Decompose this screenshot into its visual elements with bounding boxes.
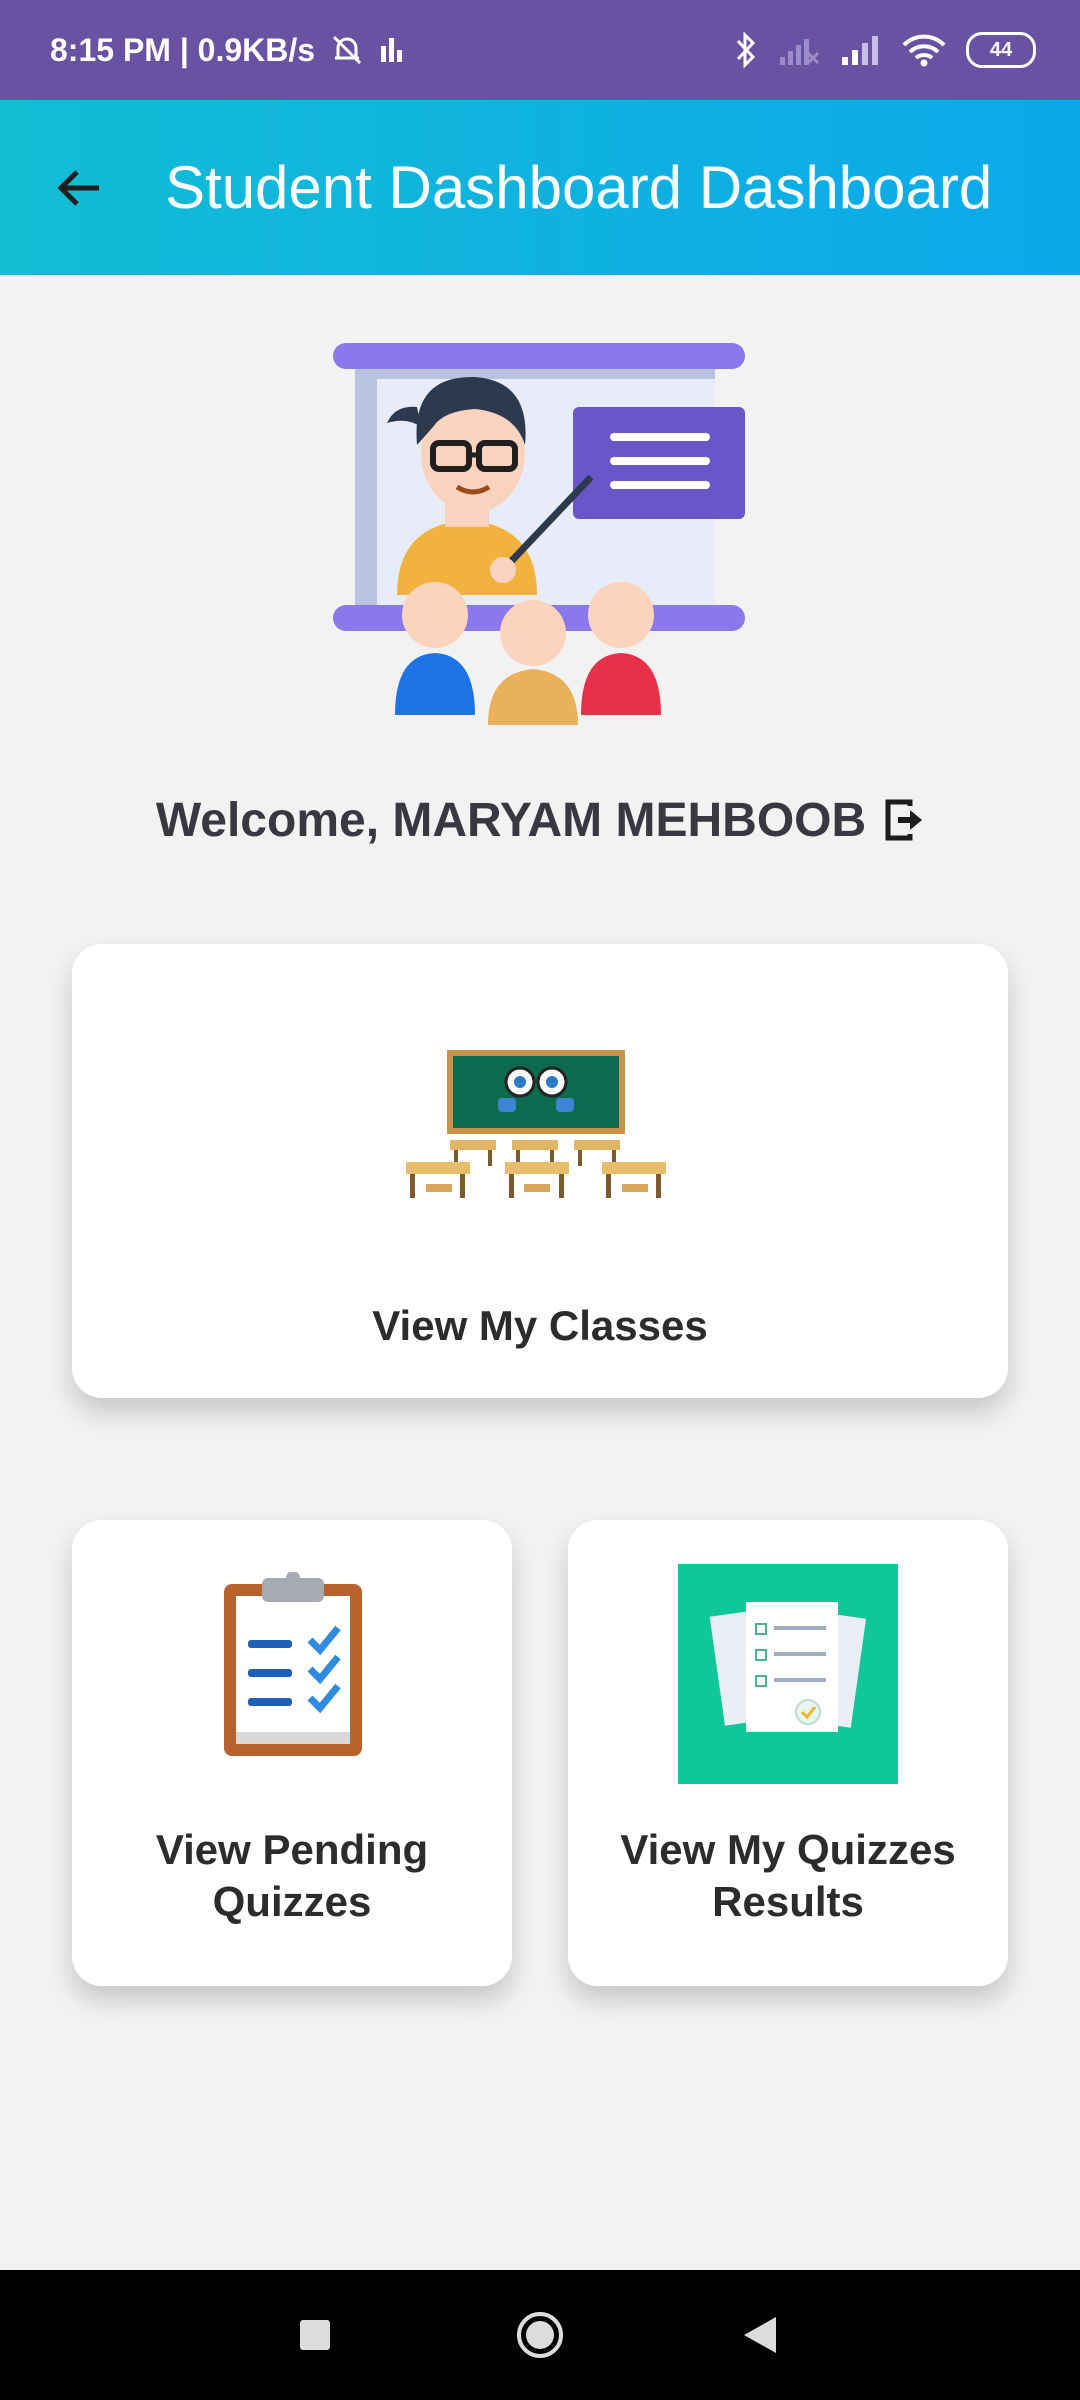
back-button[interactable] <box>44 150 114 225</box>
battery-level: 44 <box>989 38 1013 61</box>
status-right: 44 <box>734 0 1036 100</box>
status-left: 8:15 PM | 0.9KB/s <box>50 0 405 100</box>
home-icon <box>517 2312 563 2358</box>
page-title: Student Dashboard Dashboard <box>165 154 993 221</box>
app-bar: Student Dashboard Dashboard <box>0 100 1080 275</box>
bluetooth-icon <box>736 31 756 69</box>
status-time: 8:15 PM | 0.9KB/s <box>50 31 316 68</box>
status-bar: 8:15 PM | 0.9KB/s 44 <box>0 0 1080 100</box>
view-classes-label: View My Classes <box>372 1302 708 1349</box>
view-classes-card[interactable]: View My Classes <box>72 944 1008 1398</box>
alarm-off-icon <box>333 35 362 65</box>
view-quiz-results-card[interactable]: View My Quizzes Results <box>568 1520 1008 1986</box>
battery-icon: 44 <box>966 32 1036 68</box>
teacher-illustration <box>333 343 745 725</box>
welcome-row: Welcome, MARYAM MEHBOOB <box>0 780 1080 860</box>
logout-icon[interactable] <box>884 798 924 842</box>
result-documents-icon <box>678 1564 898 1784</box>
signal-no-sim-icon <box>780 39 820 65</box>
classroom-icon <box>406 1050 666 1198</box>
recent-apps-icon <box>300 2320 330 2350</box>
arrow-left-icon <box>57 169 99 206</box>
back-nav-button[interactable] <box>725 2270 795 2400</box>
signal-icon <box>842 36 878 65</box>
activity-icon <box>381 38 403 62</box>
system-nav-bar <box>0 2270 1080 2400</box>
view-quiz-results-label: View My Quizzes Results <box>620 1826 956 1925</box>
back-icon <box>744 2317 776 2353</box>
wifi-icon <box>902 34 946 67</box>
view-pending-quizzes-label: View Pending Quizzes <box>155 1826 429 1925</box>
welcome-text: Welcome, MARYAM MEHBOOB <box>155 793 867 847</box>
view-pending-quizzes-card[interactable]: View Pending Quizzes <box>72 1520 512 1986</box>
clipboard-checklist-icon <box>224 1572 362 1756</box>
home-button[interactable] <box>505 2270 575 2400</box>
recent-apps-button[interactable] <box>280 2270 350 2400</box>
